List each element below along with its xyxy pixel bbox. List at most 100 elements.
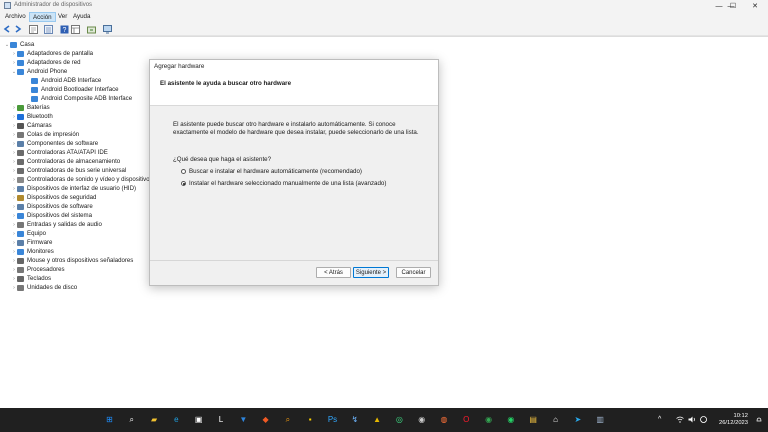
tree-item[interactable]: ⌄ Android Phone [11,67,67,76]
firefox-icon[interactable]: ◍ [437,412,452,427]
store-icon[interactable]: ▣ [191,412,206,427]
opera-icon[interactable]: O [459,412,474,427]
tree-child-item[interactable]: Android Bootloader Interface [25,85,119,94]
alert-icon[interactable]: ▲ [370,412,385,427]
notification-icon[interactable] [756,417,762,423]
notes-icon[interactable]: ▪ [303,412,318,427]
tree-item[interactable]: › Dispositivos de interfaz de usuario (HI… [11,184,136,193]
tree-item[interactable]: › Dispositivos de software [11,202,93,211]
tree-item[interactable]: › Dispositivos del sistema [11,211,92,220]
radio-automatic[interactable] [181,169,186,174]
device-category-icon [17,167,24,174]
next-button[interactable]: Siguiente > [353,267,389,278]
tree-item[interactable]: › Componentes de software [11,139,98,148]
dev-tool-icon[interactable]: ↯ [347,412,362,427]
tree-item[interactable]: › Monitores [11,247,54,256]
file-explorer-icon[interactable]: ▰ [147,412,162,427]
tree-item[interactable]: › Unidades de disco [11,283,77,292]
tree-view-icon[interactable] [43,24,53,34]
menu-ver[interactable]: Ver [55,12,70,22]
volume-icon[interactable] [688,416,696,425]
chevron-up-icon[interactable]: ^ [658,416,661,423]
vpn-icon[interactable]: ▼ [236,412,251,427]
battery-icon[interactable] [700,416,707,425]
menu-ayuda[interactable]: Ayuda [70,12,93,22]
option-manual[interactable]: Instalar el hardware seleccionado manual… [181,180,386,187]
device-category-icon [17,113,24,120]
tree-child-item[interactable]: Android ADB Interface [25,76,101,85]
radio-manual[interactable] [181,181,186,186]
refresh-icon[interactable] [86,24,96,34]
search-app-icon[interactable]: ⌕ [280,412,295,427]
device-category-icon [17,50,24,57]
device-category-icon [10,41,17,48]
close-button[interactable]: ✕ [742,0,768,12]
tree-item[interactable]: › Procesadores [11,265,64,274]
tree-item[interactable]: › Dispositivos de seguridad [11,193,96,202]
telegram-icon[interactable]: ➤ [570,412,585,427]
tree-item[interactable]: › Baterías [11,103,50,112]
tree-item[interactable]: › Controladoras de bus serie universal [11,166,126,175]
wifi-icon[interactable] [676,416,684,425]
forward-icon[interactable] [13,24,23,34]
tree-root-casa[interactable]: ⌄ Casa [4,40,34,49]
device-category-icon [17,239,24,246]
device-category-icon [17,104,24,111]
device-category-icon [17,149,24,156]
chrome-icon[interactable]: ◉ [481,412,496,427]
device-category-icon [17,266,24,273]
tree-item-label: Bluetooth [27,113,53,120]
tree-item[interactable]: › Entradas y salidas de audio [11,220,102,229]
option-automatic-label: Buscar e instalar el hardware automática… [189,168,362,175]
tree-item-label: Baterías [27,104,50,111]
device-category-icon [17,131,24,138]
tree-item[interactable]: › Cámaras [11,121,52,130]
search-icon[interactable]: ⌕ [124,412,139,427]
monitor-icon[interactable] [102,24,112,34]
dialog-question: ¿Qué desea que haga el asistente? [173,156,272,163]
start-icon[interactable]: ⊞ [102,412,117,427]
cancel-button[interactable]: Cancelar [396,267,431,278]
device-category-icon [31,86,38,93]
tree-item[interactable]: › Controladoras ATA/ATAPI IDE [11,148,108,157]
game-icon[interactable]: ◎ [392,412,407,427]
tree-item[interactable]: › Bluetooth [11,112,53,121]
properties-icon[interactable] [28,24,38,34]
device-manager-icon[interactable]: ▥ [593,412,608,427]
tree-item[interactable]: › Teclados [11,274,51,283]
tree-item[interactable]: › Firmware [11,238,52,247]
menu-accion[interactable]: Acción [29,12,56,22]
tree-item[interactable]: › Controladoras de almacenamiento [11,157,120,166]
device-category-icon [17,59,24,66]
device-category-icon [17,248,24,255]
taskbar: ⊞ ⌕ ▰ e ▣ L ▼ ◆ ⌕ ▪ Ps ↯ ▲ ◎ ◉ ◍ O ◉ ◉ ▤ ⌂ ➤ ▥ ^ 10:12 26/12/2… [0,408,768,432]
option-automatic[interactable]: Buscar e instalar el hardware automática… [181,168,362,175]
whatsapp-icon[interactable]: ◉ [503,412,518,427]
tree-item-label: Teclados [27,275,52,282]
back-icon[interactable] [2,24,12,34]
tree-item-label: Equipo [27,230,46,237]
tree-item[interactable]: › Adaptadores de red [11,58,80,67]
clock[interactable]: 10:12 26/12/2023 [718,413,748,427]
edge-icon[interactable]: e [169,412,184,427]
tree-item[interactable]: › Adaptadores de pantalla [11,49,93,58]
view-icon[interactable] [70,24,80,34]
recorder-icon[interactable]: ◉ [414,412,429,427]
menu-archivo[interactable]: Archivo [2,12,29,22]
brave-icon[interactable]: ◆ [258,412,273,427]
device-category-icon [17,194,24,201]
tree-item-label: Android Composite ADB Interface [41,95,133,102]
add-hardware-dialog: Agregar hardware El asistente le ayuda a… [149,59,439,286]
tree-child-item[interactable]: Android Composite ADB Interface [25,94,132,103]
dialog-footer: < Atrás Siguiente > Cancelar [150,260,438,286]
photoshop-icon[interactable]: Ps [325,412,340,427]
help-icon[interactable]: ? [59,24,69,34]
tree-item[interactable]: › Colas de impresión [11,130,79,139]
tool-icon[interactable]: ⌂ [548,412,563,427]
toolbar: ? [0,22,768,36]
launcher-icon[interactable]: L [214,412,229,427]
tree-item[interactable]: › Mouse y otros dispositivos señaladores [11,256,133,265]
tree-item[interactable]: › Equipo [11,229,46,238]
back-button[interactable]: < Atrás [316,267,351,278]
files-icon[interactable]: ▤ [526,412,541,427]
